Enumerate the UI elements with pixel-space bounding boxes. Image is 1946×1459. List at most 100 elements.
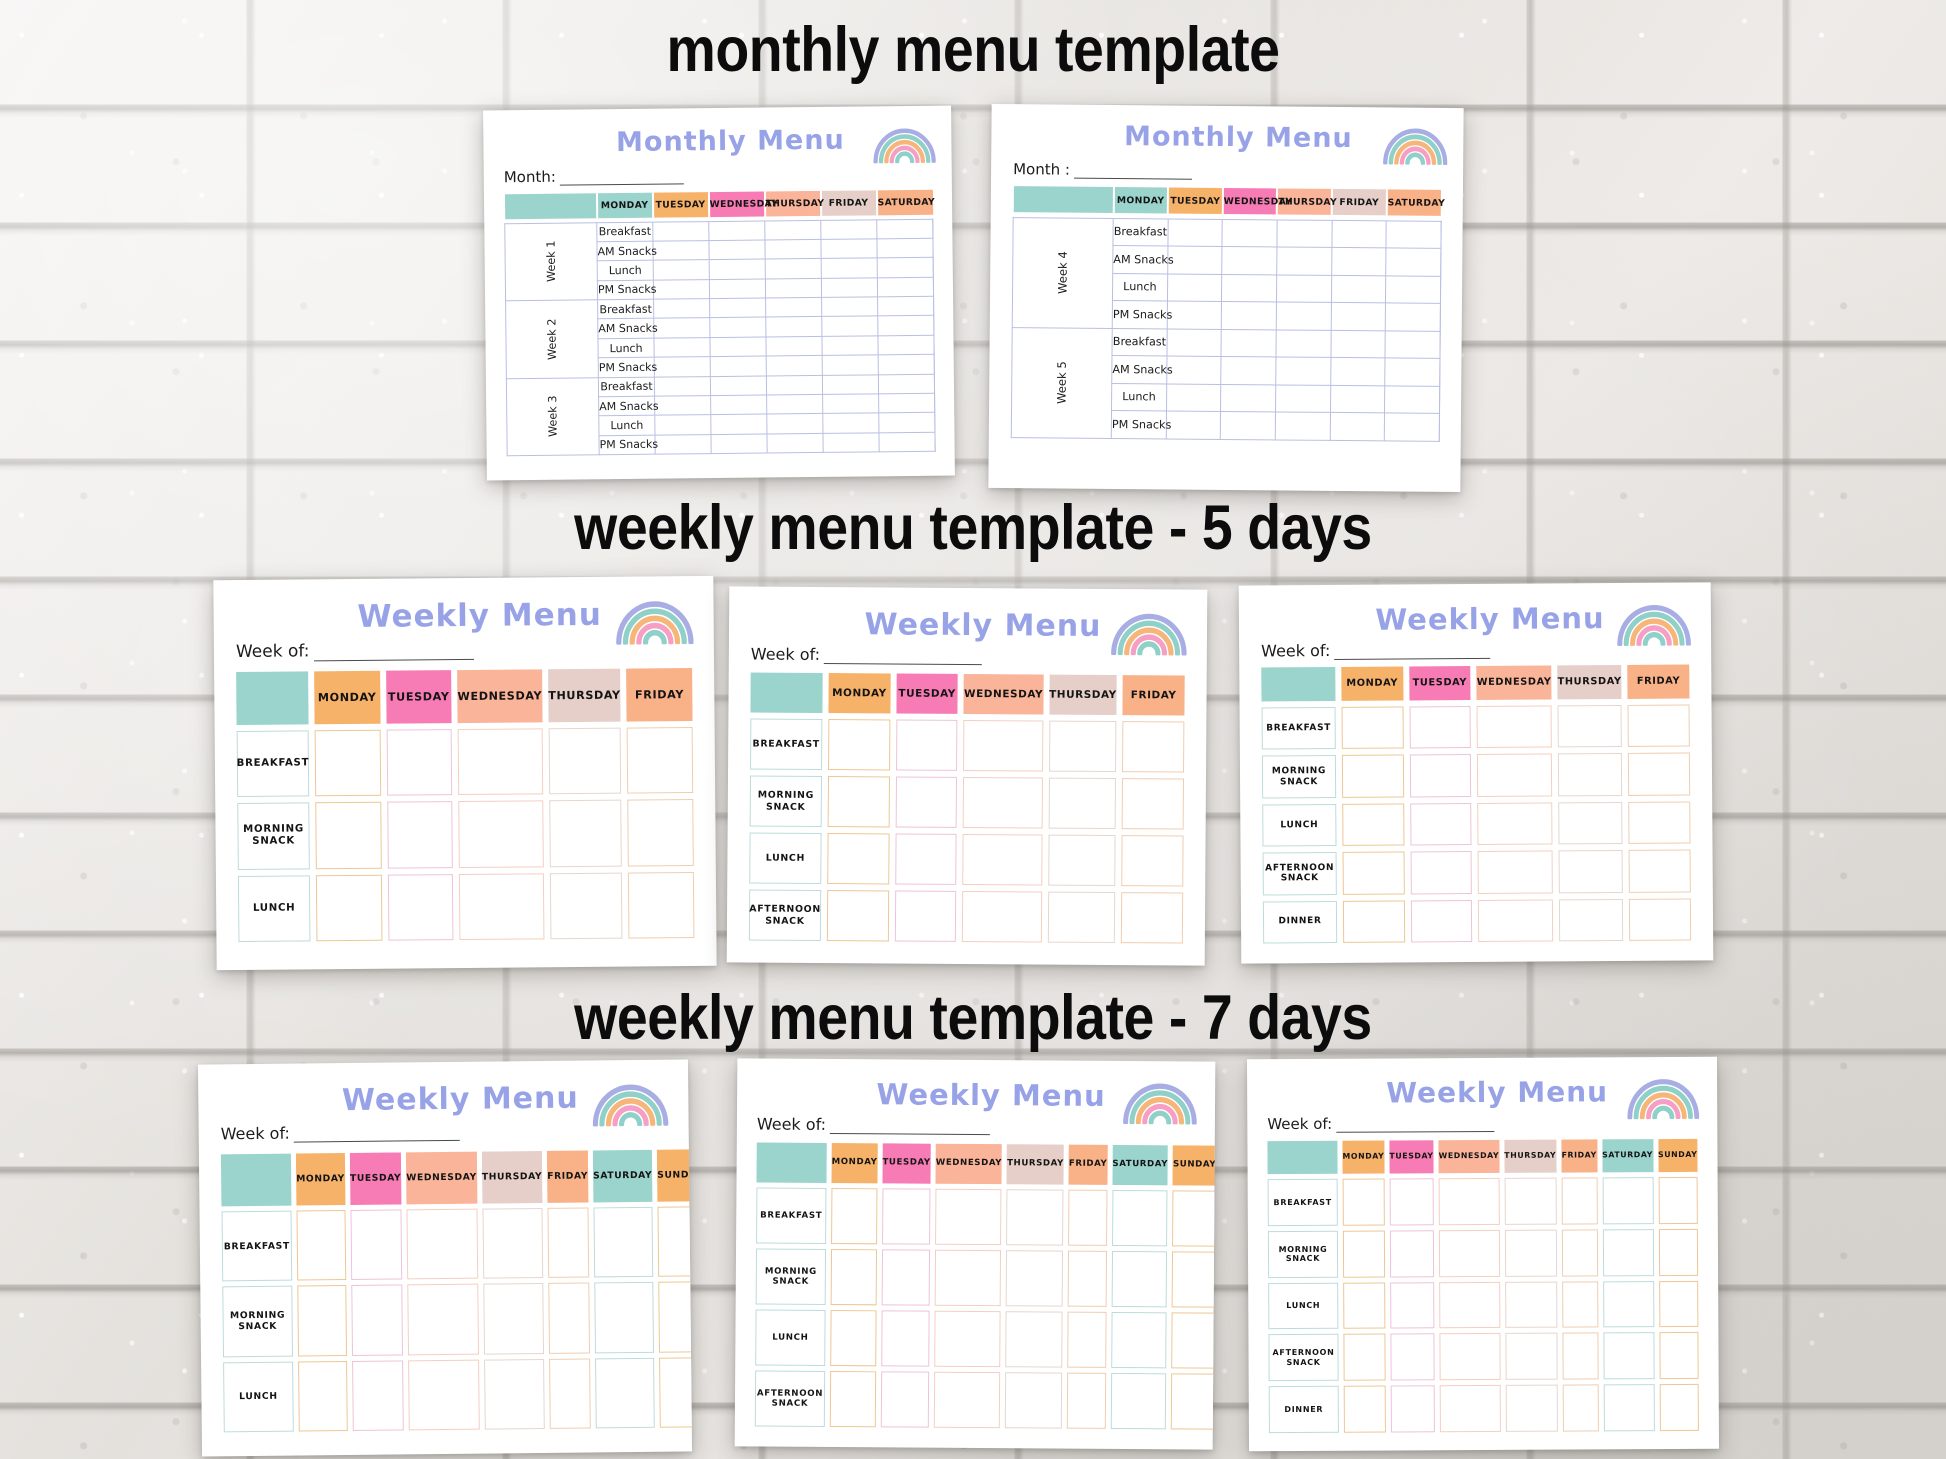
entry-cell[interactable] bbox=[1166, 383, 1222, 412]
entry-cell[interactable] bbox=[1067, 1311, 1107, 1368]
entry-cell[interactable] bbox=[894, 833, 958, 885]
entry-cell[interactable] bbox=[821, 296, 878, 317]
entry-cell[interactable] bbox=[594, 1282, 655, 1354]
entry-cell[interactable] bbox=[1559, 898, 1624, 942]
monthly-grid[interactable]: MONDAY TUESDAY WEDNESDAY THURSDAY FRIDAY SATU… bbox=[1011, 186, 1445, 441]
entry-cell[interactable] bbox=[1627, 704, 1690, 748]
entry-cell[interactable] bbox=[828, 719, 891, 771]
entry-cell[interactable] bbox=[1048, 720, 1117, 773]
entry-cell[interactable] bbox=[1006, 1189, 1064, 1246]
monthly-menu-card-1[interactable]: Monthly Menu Month: MONDAY TUESDAY WEDNESDAY… bbox=[483, 105, 955, 481]
entry-cell[interactable] bbox=[1659, 1384, 1699, 1432]
entry-cell[interactable] bbox=[821, 258, 878, 279]
entry-cell[interactable] bbox=[1557, 704, 1623, 748]
entry-cell[interactable] bbox=[314, 729, 381, 797]
entry-cell[interactable] bbox=[1330, 357, 1386, 386]
entry-cell[interactable] bbox=[1172, 1251, 1216, 1308]
entry-cell[interactable] bbox=[876, 238, 934, 259]
entry-cell[interactable] bbox=[1342, 1178, 1385, 1226]
weekly-grid[interactable]: MONDAY TUESDAY WEDNESDAY THURSDAY FRIDAY BREA… bbox=[236, 668, 695, 942]
entry-cell[interactable] bbox=[1385, 302, 1441, 331]
entry-cell[interactable] bbox=[709, 317, 766, 338]
entry-cell[interactable] bbox=[593, 1206, 654, 1278]
entry-cell[interactable] bbox=[1111, 1250, 1168, 1308]
month-field[interactable]: Month : bbox=[1013, 160, 1192, 180]
entry-cell[interactable] bbox=[1048, 777, 1117, 830]
entry-cell[interactable] bbox=[1342, 851, 1405, 895]
entry-cell[interactable] bbox=[1171, 1312, 1216, 1369]
entry-cell[interactable] bbox=[1343, 1333, 1386, 1381]
entry-cell[interactable] bbox=[822, 432, 880, 453]
entry-cell[interactable] bbox=[1505, 1384, 1558, 1432]
entry-cell[interactable] bbox=[315, 874, 383, 942]
month-field-input-line[interactable] bbox=[559, 183, 684, 186]
entry-cell[interactable] bbox=[822, 393, 879, 414]
entry-cell[interactable] bbox=[459, 872, 545, 941]
entry-cell[interactable] bbox=[548, 1282, 590, 1354]
entry-cell[interactable] bbox=[1275, 411, 1331, 440]
weekly-grid[interactable]: MONDAY TUESDAY WEDNESDAY THURSDAY FRIDAY BREA… bbox=[1261, 664, 1692, 944]
entry-cell[interactable] bbox=[1166, 300, 1222, 329]
entry-cell[interactable] bbox=[1385, 247, 1441, 276]
entry-cell[interactable] bbox=[1504, 1281, 1558, 1329]
entry-cell[interactable] bbox=[351, 1360, 404, 1431]
entry-cell[interactable] bbox=[549, 1358, 591, 1429]
weekly-grid[interactable]: MONDAY TUESDAY WEDNESDAY THURSDAY FRIDAY SATU… bbox=[220, 1149, 693, 1433]
week-of-field[interactable]: Week of: bbox=[221, 1122, 460, 1143]
entry-cell[interactable] bbox=[1222, 246, 1277, 275]
entry-cell[interactable] bbox=[1384, 385, 1440, 414]
entry-cell[interactable] bbox=[963, 776, 1043, 829]
entry-cell[interactable] bbox=[877, 296, 934, 317]
entry-cell[interactable] bbox=[1658, 1280, 1699, 1328]
entry-cell[interactable] bbox=[1167, 245, 1223, 274]
entry-cell[interactable] bbox=[1047, 834, 1116, 887]
entry-cell[interactable] bbox=[881, 1310, 930, 1367]
entry-cell[interactable] bbox=[1439, 1333, 1501, 1381]
week-of-input-line[interactable] bbox=[830, 1132, 991, 1136]
entry-cell[interactable] bbox=[1221, 356, 1276, 385]
entry-cell[interactable] bbox=[878, 432, 936, 453]
entry-cell[interactable] bbox=[1439, 1385, 1501, 1433]
entry-cell[interactable] bbox=[962, 890, 1042, 943]
entry-cell[interactable] bbox=[1477, 850, 1554, 894]
entry-cell[interactable] bbox=[1562, 1384, 1599, 1432]
weekly7-menu-card-1[interactable]: Weekly Menu Week of: MONDAY TUESDAY WEDNESDA… bbox=[197, 1059, 693, 1457]
entry-cell[interactable] bbox=[1384, 412, 1440, 441]
entry-cell[interactable] bbox=[1629, 898, 1692, 941]
entry-cell[interactable] bbox=[1409, 706, 1472, 749]
entry-cell[interactable] bbox=[1390, 1281, 1435, 1329]
entry-cell[interactable] bbox=[831, 1187, 878, 1245]
entry-cell[interactable] bbox=[1067, 1372, 1106, 1429]
entry-cell[interactable] bbox=[1068, 1189, 1108, 1246]
entry-cell[interactable] bbox=[386, 729, 453, 797]
entry-cell[interactable] bbox=[351, 1284, 404, 1356]
entry-cell[interactable] bbox=[483, 1358, 545, 1430]
entry-cell[interactable] bbox=[549, 872, 623, 940]
entry-cell[interactable] bbox=[457, 728, 544, 796]
entry-cell[interactable] bbox=[764, 239, 822, 260]
entry-cell[interactable] bbox=[934, 1249, 1002, 1307]
entry-cell[interactable] bbox=[387, 873, 454, 941]
entry-cell[interactable] bbox=[934, 1310, 1002, 1368]
entry-cell[interactable] bbox=[653, 279, 710, 300]
entry-cell[interactable] bbox=[822, 355, 879, 376]
entry-cell[interactable] bbox=[1558, 850, 1624, 894]
entry-cell[interactable] bbox=[1221, 301, 1277, 330]
entry-cell[interactable] bbox=[627, 799, 694, 867]
entry-cell[interactable] bbox=[963, 719, 1043, 772]
entry-cell[interactable] bbox=[1562, 1332, 1599, 1380]
month-field-input-line[interactable] bbox=[1073, 177, 1192, 180]
entry-cell[interactable] bbox=[1628, 849, 1691, 893]
week-of-input-line[interactable] bbox=[293, 1139, 460, 1143]
entry-cell[interactable] bbox=[1390, 1385, 1436, 1433]
entry-cell[interactable] bbox=[820, 219, 877, 240]
entry-cell[interactable] bbox=[1602, 1228, 1654, 1276]
entry-cell[interactable] bbox=[1409, 802, 1472, 846]
entry-cell[interactable] bbox=[880, 1371, 930, 1428]
entry-cell[interactable] bbox=[653, 318, 710, 339]
entry-cell[interactable] bbox=[386, 801, 453, 869]
entry-cell[interactable] bbox=[1331, 219, 1387, 248]
entry-cell[interactable] bbox=[1329, 412, 1385, 441]
entry-cell[interactable] bbox=[407, 1283, 479, 1356]
entry-cell[interactable] bbox=[1658, 1176, 1698, 1224]
